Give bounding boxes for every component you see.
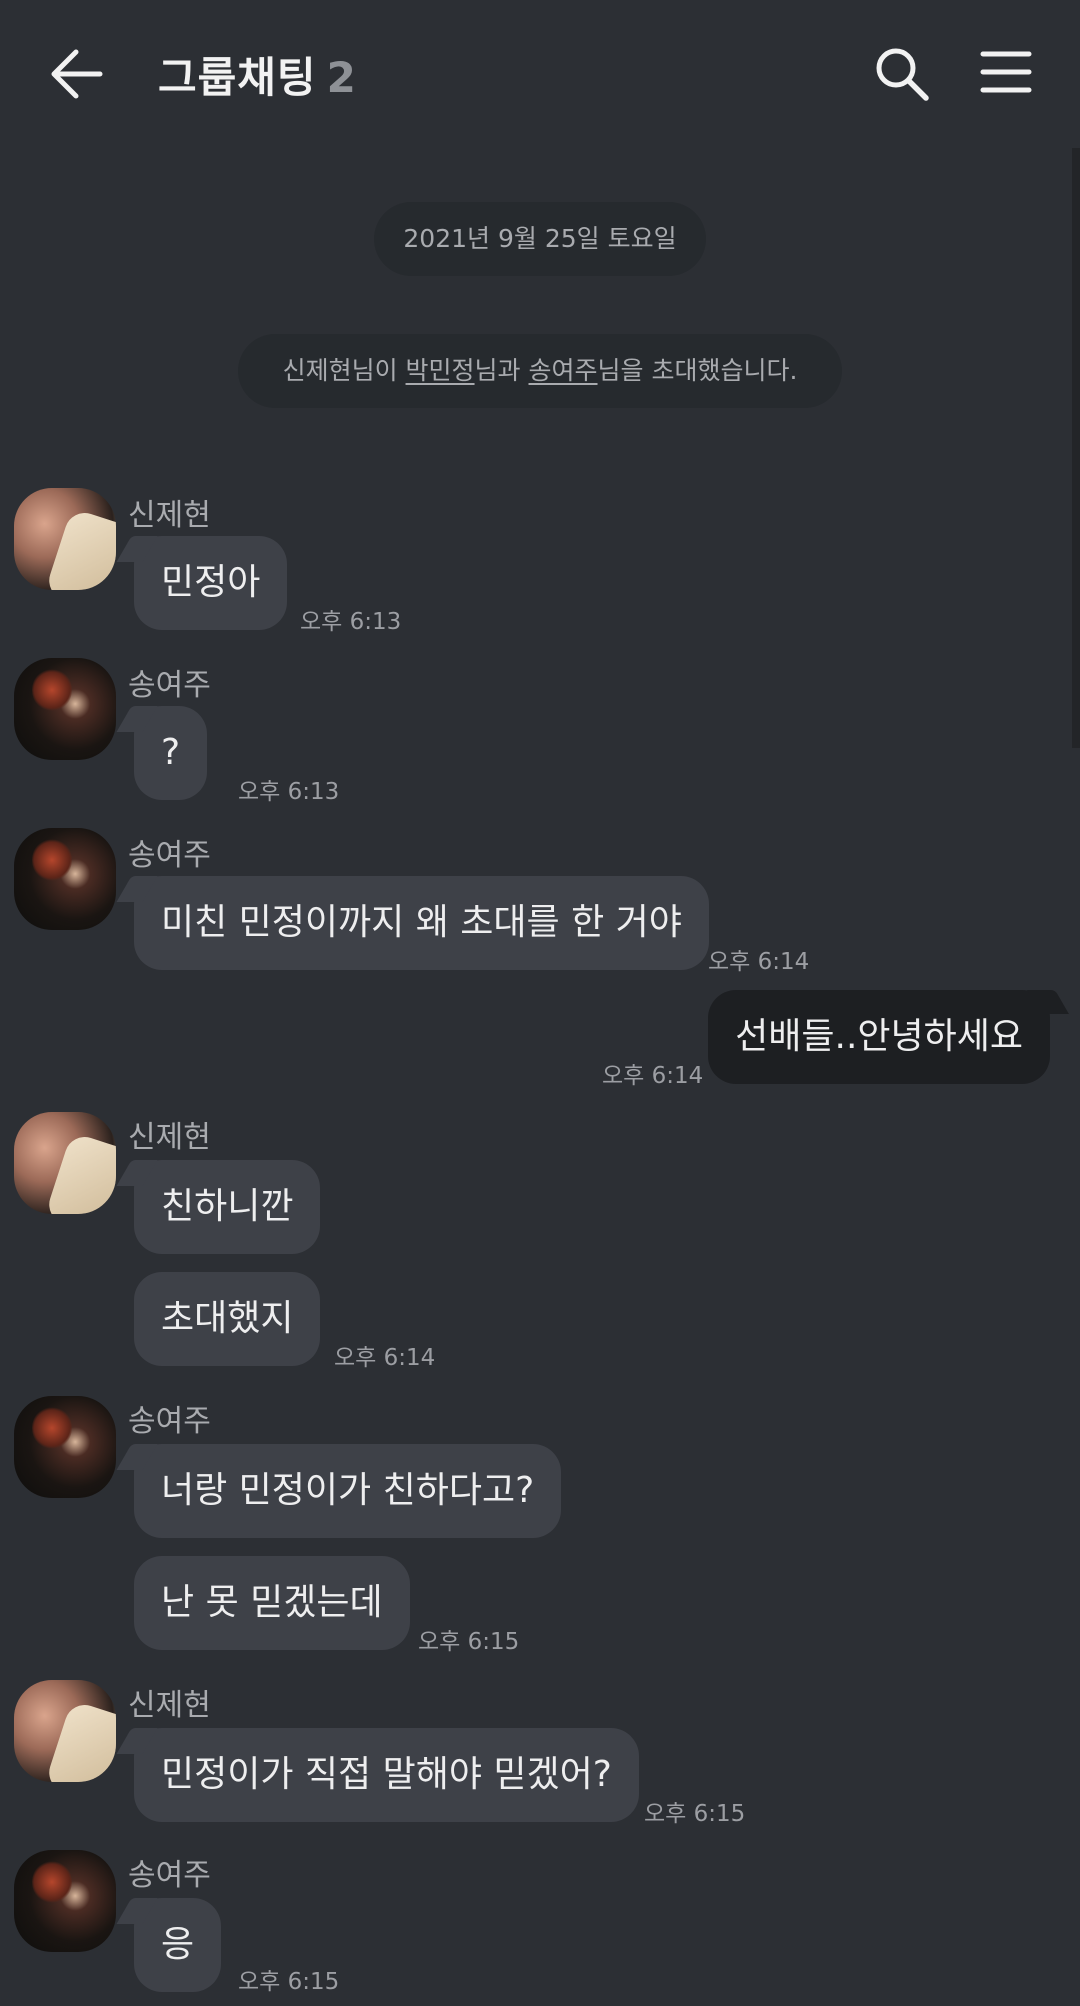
message-bubble[interactable]: 응 xyxy=(134,1898,222,1992)
invited-user-link[interactable]: 박민정 xyxy=(406,356,475,385)
message-bubble[interactable]: 너랑 민정이가 친하다고? xyxy=(134,1444,562,1538)
message-time: 오후 6:14 xyxy=(708,949,810,975)
sender-name: 송여주 xyxy=(128,1404,211,1439)
sender-name: 신제현 xyxy=(128,1688,211,1723)
sender-name: 송여주 xyxy=(128,838,211,873)
message-time: 오후 6:13 xyxy=(300,609,402,635)
message-time: 오후 6:14 xyxy=(602,1063,704,1089)
system-text-suffix: 님을 초대했습니다. xyxy=(597,356,798,385)
message-bubble[interactable]: 민정이가 직접 말해야 믿겠어? xyxy=(134,1728,639,1822)
member-count: 2 xyxy=(326,53,357,102)
message-bubble[interactable]: ? xyxy=(134,706,208,800)
date-divider: 2021년 9월 25일 토요일 xyxy=(374,202,706,276)
avatar[interactable] xyxy=(14,828,116,930)
sender-name: 송여주 xyxy=(128,668,211,703)
avatar[interactable] xyxy=(14,488,116,590)
message-bubble[interactable]: 미친 민정이까지 왜 초대를 한 거야 xyxy=(134,876,709,970)
back-arrow-icon[interactable] xyxy=(48,46,108,102)
message-bubble[interactable]: 초대했지 xyxy=(134,1272,321,1366)
chat-title-text: 그룹채팅 xyxy=(158,53,317,102)
search-icon[interactable] xyxy=(872,44,932,104)
message-time: 오후 6:15 xyxy=(418,1629,520,1655)
sender-name: 송여주 xyxy=(128,1858,211,1893)
chat-header: 그룹채팅 2 xyxy=(0,0,1080,148)
sender-name: 신제현 xyxy=(128,1120,211,1155)
scrollbar[interactable] xyxy=(1072,148,1080,748)
avatar[interactable] xyxy=(14,1112,116,1214)
my-message-bubble[interactable]: 선배들..안녕하세요 xyxy=(708,990,1050,1084)
message-bubble[interactable]: 민정아 xyxy=(134,536,288,630)
sender-name: 신제현 xyxy=(128,498,211,533)
message-time: 오후 6:14 xyxy=(334,1345,436,1371)
system-invite-message: 신제현님이 박민정님과 송여주님을 초대했습니다. xyxy=(238,334,842,408)
hamburger-menu-icon[interactable] xyxy=(980,50,1032,94)
message-bubble[interactable]: 난 못 믿겠는데 xyxy=(134,1556,410,1650)
message-time: 오후 6:15 xyxy=(238,1969,340,1995)
system-text-middle: 님과 xyxy=(474,356,529,385)
system-text-prefix: 신제현님이 xyxy=(282,356,406,385)
message-bubble[interactable]: 친하니깐 xyxy=(134,1160,321,1254)
avatar[interactable] xyxy=(14,1850,116,1952)
chat-title: 그룹채팅 2 xyxy=(158,44,357,105)
message-time: 오후 6:15 xyxy=(644,1801,746,1827)
avatar[interactable] xyxy=(14,1396,116,1498)
avatar[interactable] xyxy=(14,658,116,760)
avatar[interactable] xyxy=(14,1680,116,1782)
invited-user-link[interactable]: 송여주 xyxy=(529,356,598,385)
message-time: 오후 6:13 xyxy=(238,779,340,805)
